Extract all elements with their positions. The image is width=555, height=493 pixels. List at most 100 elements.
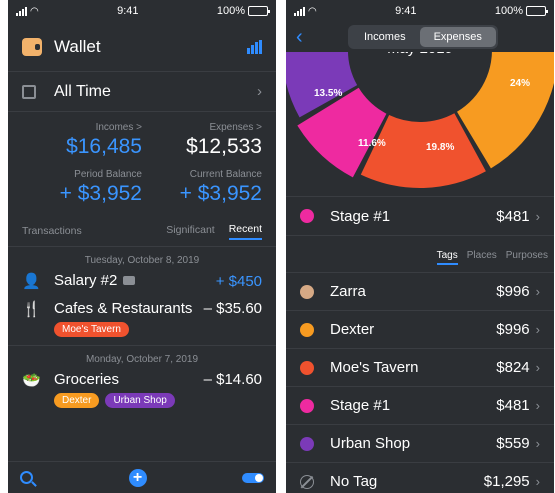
incomes-value: $16,485 [66, 135, 142, 158]
tab-tags[interactable]: Tags [436, 250, 458, 265]
tag-label: No Tag [330, 473, 378, 490]
selected-label: Stage #1 [330, 207, 391, 225]
list-item[interactable]: Stage #1 $481 › [286, 386, 554, 424]
page-title: Wallet [54, 36, 101, 56]
tab-recent[interactable]: Recent [228, 223, 262, 240]
list-item[interactable]: Dexter $996 › [286, 310, 554, 348]
add-transaction-button[interactable]: + [128, 468, 147, 487]
status-bar: ◠ 9:41 100% [286, 0, 554, 22]
tag-badge: Urban Shop [105, 393, 175, 408]
day-header: Tuesday, October 8, 2019 [8, 246, 276, 270]
period-label: All Time [54, 82, 111, 100]
battery-label: 100% [216, 5, 245, 17]
chevron-right-icon: › [535, 474, 540, 489]
expenses-caption: Expenses > [209, 122, 262, 133]
battery-label: 100% [494, 5, 523, 17]
wallet-header: Wallet [8, 22, 276, 72]
calendar-icon [22, 84, 36, 99]
no-tag-icon [300, 474, 314, 489]
period-selector[interactable]: All Time › [8, 72, 276, 112]
current-balance-value: + $3,952 [179, 182, 262, 205]
transaction-name: Cafes & Restaurants [54, 300, 193, 317]
chevron-right-icon: › [535, 322, 540, 337]
transaction-row[interactable]: 🥗 Groceries – $14.60 Dexter Urban Shop [8, 369, 276, 416]
transaction-amount: – $14.60 [203, 371, 262, 388]
day-header: Monday, October 7, 2019 [8, 345, 276, 369]
tag-label: Moe's Tavern [330, 359, 419, 376]
expenses-summary[interactable]: Expenses > $12,533 [142, 122, 262, 159]
chevron-right-icon: › [257, 83, 262, 100]
tag-badge: Moe's Tavern [54, 322, 129, 337]
fork-knife-icon: 🍴 [22, 301, 41, 318]
color-dot [300, 436, 314, 451]
transactions-tabs: Transactions Significant Recent [8, 216, 276, 246]
tag-badge: Dexter [54, 393, 100, 408]
transaction-amount: – $35.60 [203, 300, 262, 317]
battery: 100% [216, 5, 270, 17]
color-dot [300, 398, 314, 413]
selected-value: $481 [496, 207, 530, 225]
list-item[interactable]: Urban Shop $559 › [286, 424, 554, 462]
transaction-amount: + $450 [215, 272, 262, 290]
tab-significant[interactable]: Significant [166, 224, 214, 239]
chevron-right-icon: › [535, 398, 540, 413]
transaction-row[interactable]: 🍴 Cafes & Restaurants – $35.60 Moe's Tav… [8, 298, 276, 345]
list-item[interactable]: No Tag $1,295 › [286, 462, 554, 493]
back-chevron-icon[interactable]: ‹ [296, 26, 336, 49]
battery-icon [525, 6, 548, 16]
signal-wifi: ◠ [294, 6, 317, 17]
color-dot [300, 322, 314, 337]
slice-label: 19.8% [426, 142, 455, 153]
tag-label: Dexter [330, 321, 375, 338]
transaction-list: Tuesday, October 8, 2019 👤 Salary #2 + $… [8, 246, 276, 416]
selected-slice-row[interactable]: Stage #1 $481 › [286, 196, 554, 236]
tab-purposes[interactable]: Purposes [506, 250, 548, 265]
incomes-caption: Incomes > [95, 122, 142, 133]
incomes-summary[interactable]: Incomes > $16,485 [22, 122, 142, 159]
tag-value: $481 [496, 397, 530, 414]
period-balance: Period Balance + $3,952 [22, 169, 142, 206]
battery: 100% [494, 5, 548, 17]
status-bar: ◠ 9:41 100% [8, 0, 276, 22]
segment-incomes[interactable]: Incomes [350, 27, 420, 47]
clock: 9:41 [395, 5, 417, 17]
transactions-heading: Transactions [22, 225, 82, 237]
tag-list: Zarra $996 › Dexter $996 › Moe's Tavern … [286, 272, 554, 493]
transaction-name: Groceries [54, 371, 120, 388]
tab-places[interactable]: Places [467, 250, 497, 265]
tag-label: Urban Shop [330, 435, 411, 452]
segment-expenses[interactable]: Expenses [419, 27, 496, 47]
slice-label: 24% [509, 78, 530, 89]
tag-label: Stage #1 [330, 397, 391, 414]
camera-icon [123, 276, 136, 286]
wallet-screen: ◠ 9:41 100% Wallet All Time › Incomes > … [8, 0, 276, 493]
color-dot [300, 209, 314, 223]
signal-icon [16, 6, 27, 16]
chevron-right-icon: › [535, 284, 540, 299]
signal-icon [294, 6, 305, 16]
expenses-value: $12,533 [186, 135, 262, 158]
transaction-row[interactable]: 👤 Salary #2 + $450 [8, 270, 276, 298]
person-icon: 👤 [22, 273, 41, 290]
bar-chart-icon[interactable] [247, 39, 262, 54]
segment-control: Incomes Expenses [348, 25, 498, 49]
period-balance-value: + $3,952 [59, 182, 142, 205]
tag-value: $996 [496, 283, 530, 300]
toggle-icon[interactable] [242, 472, 264, 483]
statistics-screen: ◠ 9:41 100% ‹ Incomes Expenses May 2019 … [286, 0, 554, 493]
search-icon[interactable] [20, 471, 33, 484]
donut-chart[interactable]: May 2019 24% 19.8% 11.6% 13.5% [286, 30, 554, 190]
slice-label: 11.6% [358, 138, 386, 149]
list-item[interactable]: Moe's Tavern $824 › [286, 348, 554, 386]
current-balance-caption: Current Balance [189, 169, 262, 180]
wallet-icon[interactable] [22, 37, 42, 56]
tag-value: $824 [496, 359, 530, 376]
tag-label: Zarra [330, 283, 366, 300]
chevron-right-icon: › [535, 360, 540, 375]
tag-value: $996 [496, 321, 530, 338]
bottom-tab-bar: + [8, 461, 276, 493]
navigation-bar: ‹ Incomes Expenses [286, 22, 554, 52]
wifi-icon: ◠ [30, 5, 39, 17]
summary: Incomes > $16,485 Expenses > $12,533 Per… [8, 112, 276, 210]
list-item[interactable]: Zarra $996 › [286, 272, 554, 310]
